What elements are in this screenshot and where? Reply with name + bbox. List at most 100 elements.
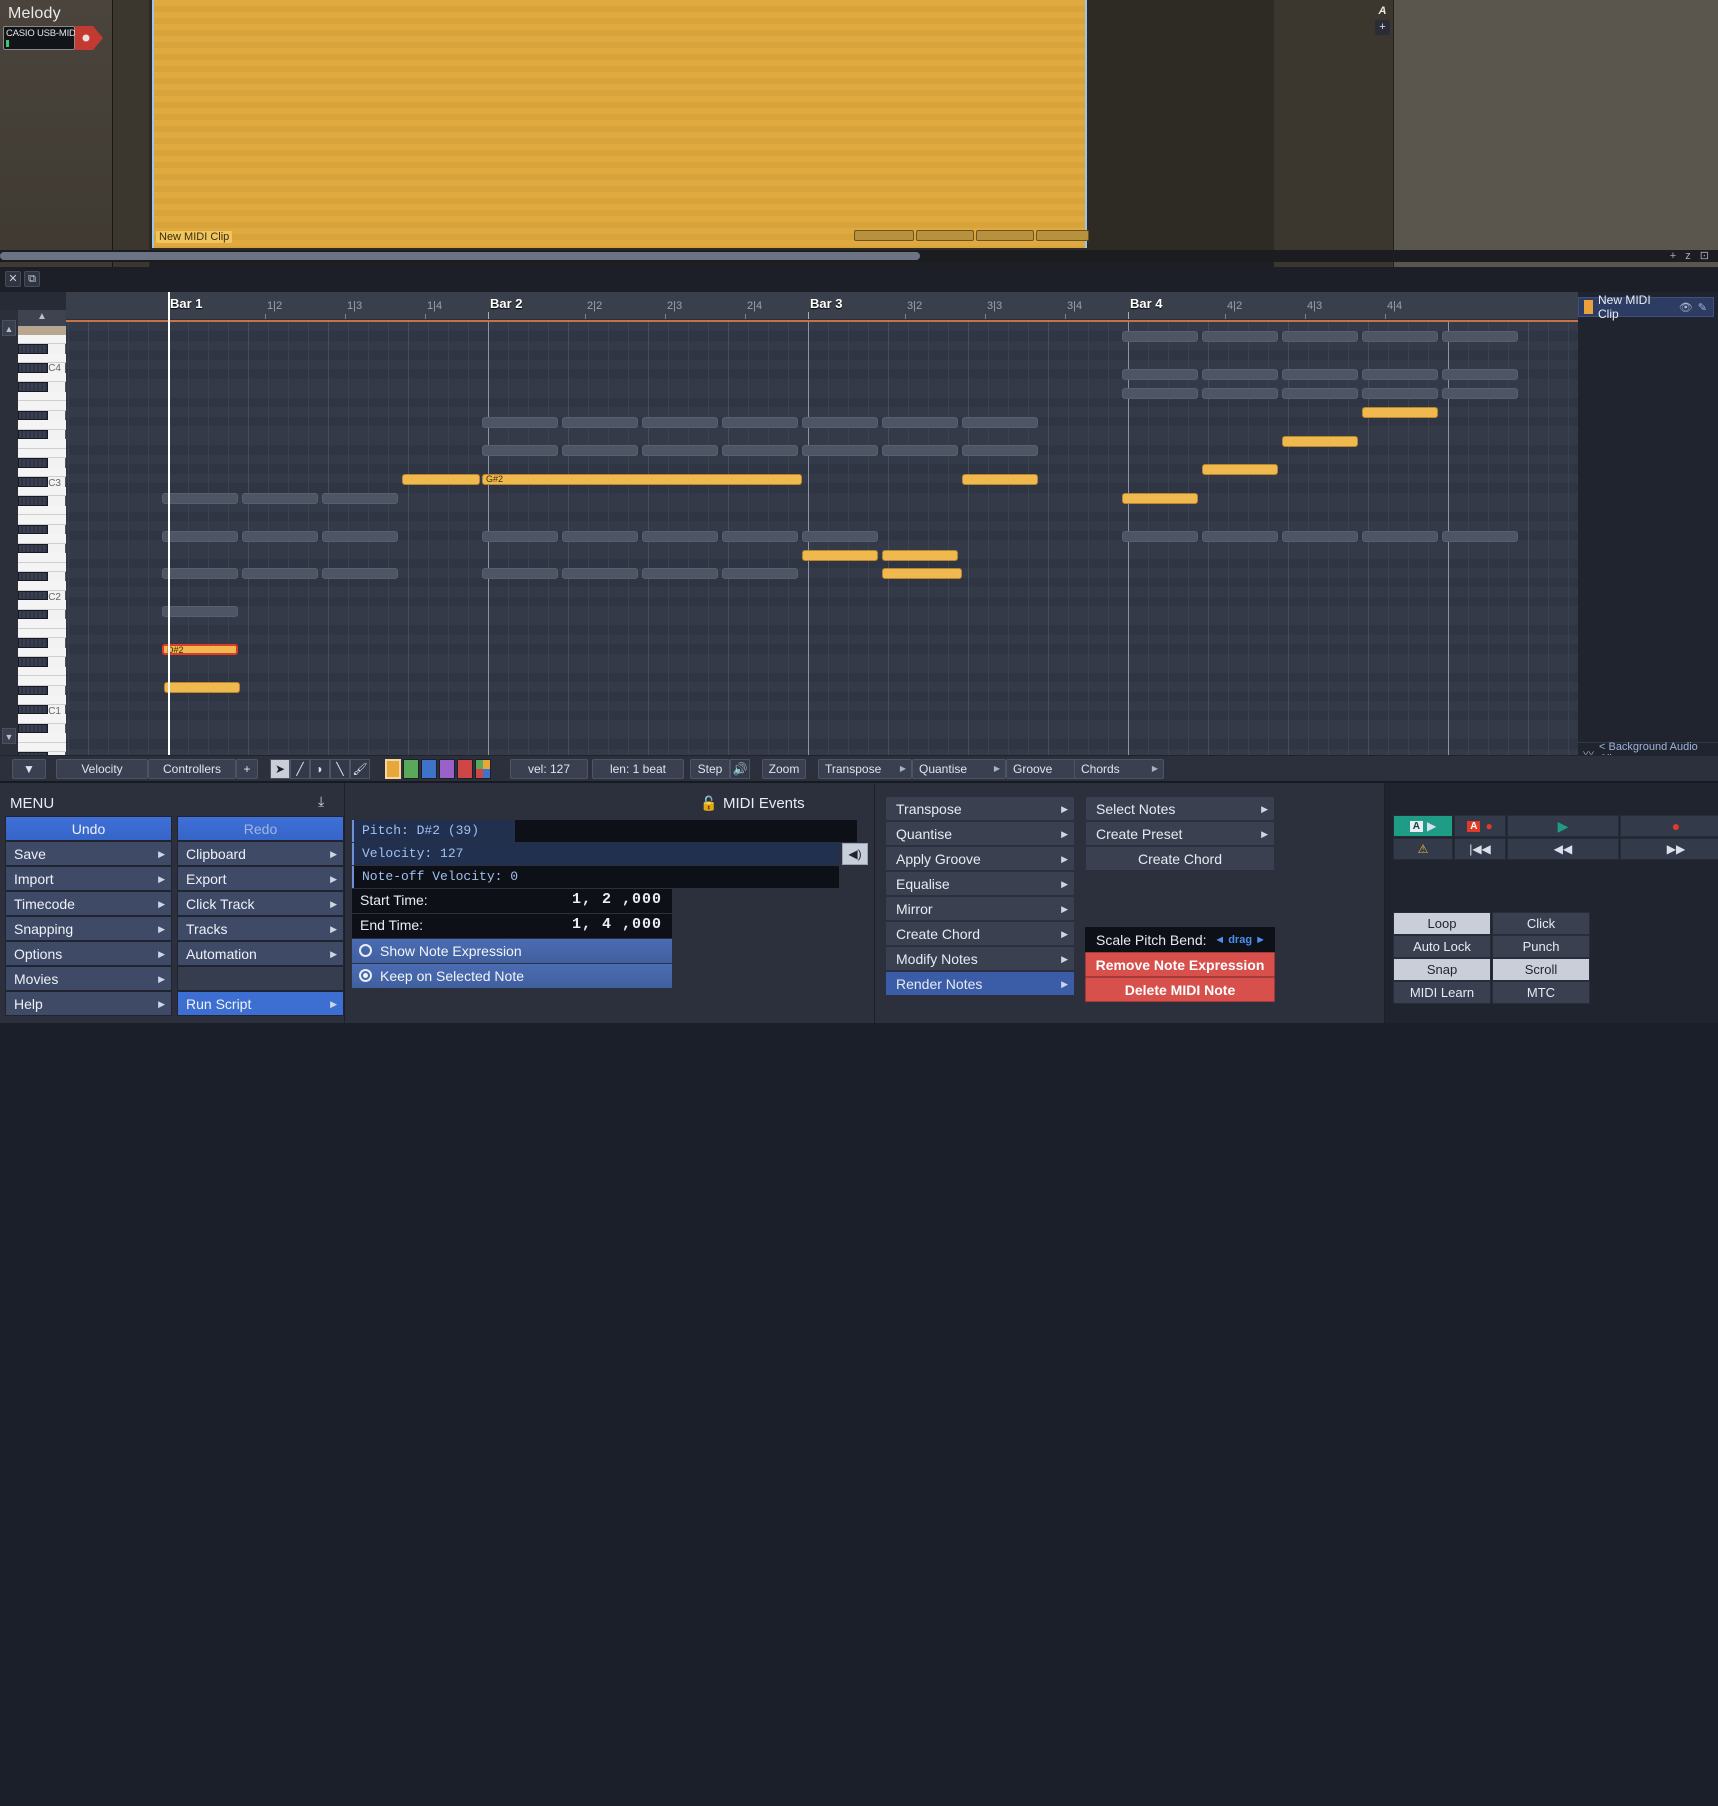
velocity-value-button[interactable]: vel: 127 <box>510 759 588 779</box>
midi-note[interactable] <box>1122 531 1198 542</box>
midi-input-box[interactable]: CASIO USB-MIDI <box>3 26 75 50</box>
midi-note[interactable] <box>1202 331 1278 342</box>
midi-note[interactable] <box>642 568 718 579</box>
midi-note[interactable] <box>882 417 958 428</box>
midi-note[interactable] <box>1282 388 1358 399</box>
midi-note[interactable] <box>802 531 878 542</box>
midi-note[interactable] <box>1442 331 1518 342</box>
eraser-tool-icon[interactable]: ◗ <box>310 759 330 779</box>
action-create-chord[interactable]: Create Chord▶ <box>885 921 1075 946</box>
midi-note[interactable] <box>722 568 798 579</box>
piano-key-white[interactable] <box>18 619 66 628</box>
action-equalise[interactable]: Equalise▶ <box>885 871 1075 896</box>
midi-note[interactable] <box>482 568 558 579</box>
select-tool-icon[interactable]: ➤ <box>270 759 290 779</box>
midi-note[interactable] <box>1442 531 1518 542</box>
midi-note[interactable] <box>1282 369 1358 380</box>
rewind-button[interactable]: ◀◀ <box>1507 838 1619 860</box>
midi-note[interactable] <box>162 606 238 617</box>
piano-key-white[interactable] <box>18 468 66 477</box>
midi-note[interactable] <box>322 568 398 579</box>
playhead[interactable] <box>168 292 170 755</box>
midi-note[interactable] <box>1362 369 1438 380</box>
midi-note[interactable] <box>164 682 240 693</box>
midi-note[interactable] <box>722 531 798 542</box>
end-time-row[interactable]: End Time: 1, 4 ,000 <box>352 914 672 938</box>
midi-note[interactable] <box>562 568 638 579</box>
chords-menu-button[interactable]: Chords▶ <box>1074 759 1164 779</box>
redo-button[interactable]: Redo <box>177 816 344 841</box>
action-render-notes[interactable]: Render Notes▶ <box>885 971 1075 996</box>
midi-note[interactable] <box>962 417 1038 428</box>
drag-handle[interactable]: ◄ drag ► <box>1214 928 1266 953</box>
pitch-field[interactable]: Pitch: D#2 (39) <box>352 820 515 842</box>
piano-key-white[interactable] <box>18 648 66 657</box>
keep-on-selected-note-option[interactable]: Keep on Selected Note <box>352 964 672 988</box>
warning-button[interactable]: ⚠ <box>1393 838 1453 860</box>
piano-key-white[interactable] <box>18 515 66 524</box>
piano-key-black[interactable] <box>18 572 48 581</box>
menu-item-empty[interactable] <box>177 966 344 991</box>
clip-color-swatch[interactable] <box>1584 300 1593 314</box>
midi-note[interactable] <box>322 531 398 542</box>
piano-keyboard[interactable]: ▲ C4C3C2C1 <box>18 310 66 755</box>
scale-pitch-bend-row[interactable]: Scale Pitch Bend:◄ drag ► <box>1085 927 1275 952</box>
piano-key-white[interactable] <box>18 335 66 344</box>
midi-note[interactable]: G#2 <box>482 474 802 485</box>
piano-key-white[interactable] <box>18 733 66 742</box>
arrangement-hscrollbar[interactable] <box>0 250 1274 262</box>
midi-note[interactable] <box>802 417 878 428</box>
timeline-ruler[interactable]: Bar 1Bar 2Bar 3Bar 41|21|31|42|22|32|43|… <box>66 292 1578 320</box>
midi-note[interactable] <box>1442 369 1518 380</box>
midi-note[interactable] <box>402 474 480 485</box>
action-apply-groove[interactable]: Apply Groove▶ <box>885 846 1075 871</box>
delete-midi-note-button[interactable]: Delete MIDI Note <box>1085 977 1275 1002</box>
length-value-button[interactable]: len: 1 beat <box>592 759 684 779</box>
piano-key-white[interactable] <box>18 439 66 448</box>
add-controller-button[interactable]: + <box>236 759 258 779</box>
arm-a-record-button[interactable]: A ● <box>1454 815 1506 837</box>
download-icon[interactable]: ⤓ <box>318 793 324 810</box>
transport-toggle-mtc[interactable]: MTC <box>1492 981 1590 1004</box>
end-time-value[interactable]: 1, 4 ,000 <box>572 916 662 933</box>
automation-a-button[interactable]: A <box>1375 4 1390 19</box>
midi-note[interactable] <box>562 445 638 456</box>
midi-note[interactable] <box>482 531 558 542</box>
piano-key-black[interactable] <box>18 724 48 733</box>
popout-icon[interactable]: ⧉ <box>24 271 40 287</box>
midi-note[interactable] <box>482 417 558 428</box>
menu-item-snapping[interactable]: Snapping▶ <box>5 916 172 941</box>
piano-key-white[interactable] <box>18 563 66 572</box>
piano-key-white[interactable] <box>18 401 66 410</box>
track-header[interactable]: Melody CASIO USB-MIDI <box>0 0 113 267</box>
return-to-start-button[interactable]: |◀◀ <box>1454 838 1506 860</box>
step-button[interactable]: Step <box>690 759 730 779</box>
menu-item-run-script[interactable]: Run Script▶ <box>177 991 344 1016</box>
midi-note-selected[interactable]: D#2 <box>162 644 238 655</box>
menu-item-movies[interactable]: Movies▶ <box>5 966 172 991</box>
color-swatch-blue[interactable] <box>421 759 437 779</box>
velocity-field[interactable]: Velocity: 127 <box>352 843 839 865</box>
midi-note[interactable] <box>1122 493 1198 504</box>
record-button[interactable]: ● <box>1620 815 1718 837</box>
piano-key-white[interactable] <box>18 695 66 704</box>
fast-forward-button[interactable]: ▶▶ <box>1620 838 1718 860</box>
menu-item-export[interactable]: Export▶ <box>177 866 344 891</box>
midi-note[interactable] <box>1202 369 1278 380</box>
piano-key-white[interactable] <box>18 354 66 363</box>
piano-key-black[interactable] <box>18 477 48 486</box>
master-track-strip[interactable]: A + <box>1274 0 1394 267</box>
speaker-icon[interactable]: 🔊 <box>730 759 750 779</box>
midi-note[interactable] <box>722 445 798 456</box>
piano-key-black[interactable] <box>18 610 48 619</box>
menu-item-import[interactable]: Import▶ <box>5 866 172 891</box>
show-note-expression-option[interactable]: Show Note Expression <box>352 939 672 963</box>
midi-note[interactable] <box>1442 388 1518 399</box>
color-swatch-multi[interactable] <box>475 759 491 779</box>
toolbar-dropdown-button[interactable]: ▼ <box>12 759 46 779</box>
midi-note[interactable] <box>1202 388 1278 399</box>
midi-note[interactable] <box>1122 388 1198 399</box>
record-enable-arrow[interactable] <box>75 26 103 50</box>
action-transpose[interactable]: Transpose▶ <box>885 796 1075 821</box>
transport-toggle-click[interactable]: Click <box>1492 912 1590 935</box>
